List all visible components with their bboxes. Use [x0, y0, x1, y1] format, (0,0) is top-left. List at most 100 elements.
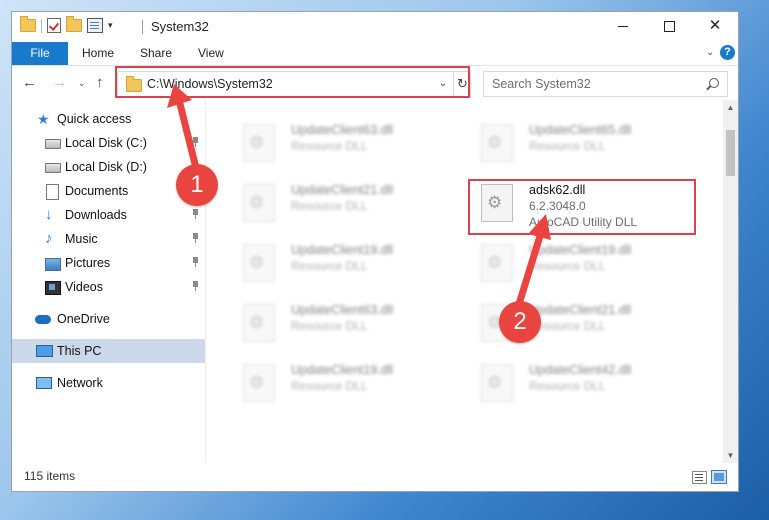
file-type: Resource DLL: [291, 259, 368, 273]
sidebar-item-music[interactable]: ♪ Music: [12, 227, 205, 251]
pin-icon: [191, 281, 200, 291]
drive-icon: [45, 139, 61, 149]
navigation-pane: ★ Quick access Local Disk (C:) Local Dis…: [12, 100, 205, 463]
pin-icon: [191, 233, 200, 243]
file-tile[interactable]: UpdateClient19.dll Resource DLL: [465, 238, 695, 292]
back-button[interactable]: ←: [22, 74, 37, 91]
vertical-scrollbar[interactable]: ▲ ▼: [723, 100, 738, 463]
scroll-up-icon[interactable]: ▲: [723, 100, 738, 115]
pin-icon: [191, 257, 200, 267]
tiles-view-icon[interactable]: [711, 470, 727, 484]
pane-divider: [205, 100, 206, 463]
tab-view[interactable]: View: [198, 42, 224, 65]
item-count: 115 items: [24, 469, 76, 483]
network-icon: [36, 377, 52, 389]
details-view-icon[interactable]: [692, 471, 707, 484]
scroll-thumb[interactable]: [726, 130, 735, 176]
file-name: UpdateClient19.dll: [529, 243, 632, 257]
maximize-icon: [663, 20, 675, 32]
file-tile[interactable]: UpdateClient63.dll Resource DLL: [227, 118, 457, 172]
minimize-button[interactable]: [600, 12, 646, 42]
videos-icon: [45, 281, 61, 295]
sidebar-item-label: Documents: [65, 184, 129, 198]
status-bar: 115 items: [12, 463, 738, 491]
sidebar-item-label: Local Disk (D:): [65, 160, 147, 174]
file-type: Resource DLL: [529, 379, 606, 393]
sidebar-item-label: This PC: [57, 344, 102, 358]
search-input[interactable]: Search System32: [492, 77, 591, 91]
close-button[interactable]: ✕: [692, 12, 738, 42]
sidebar-item-network[interactable]: Network: [12, 371, 205, 395]
up-button[interactable]: ↑: [96, 74, 104, 91]
sidebar-item-onedrive[interactable]: OneDrive: [12, 307, 205, 331]
dll-file-icon: [481, 364, 513, 402]
tab-home[interactable]: Home: [82, 42, 114, 65]
file-name: UpdateClient63.dll: [291, 123, 394, 137]
scroll-down-icon[interactable]: ▼: [723, 448, 738, 463]
file-name: UpdateClient63.dll: [291, 303, 394, 317]
pictures-icon: [45, 258, 61, 271]
qat-dropdown-icon[interactable]: ▾: [108, 20, 113, 31]
drive-icon: [45, 163, 61, 173]
dll-file-icon: [481, 244, 513, 282]
file-tile[interactable]: UpdateClient63.dll Resource DLL: [227, 298, 457, 352]
tab-share[interactable]: Share: [140, 42, 172, 65]
new-folder-icon[interactable]: [66, 16, 82, 32]
file-tile[interactable]: UpdateClient42.dll Resource DLL: [465, 358, 695, 412]
address-highlight-box: [115, 66, 470, 98]
file-name: UpdateClient21.dll: [291, 183, 394, 197]
tab-file[interactable]: File: [12, 42, 68, 65]
sidebar-item-local-disk-d[interactable]: Local Disk (D:): [12, 155, 205, 179]
dll-file-icon: [243, 124, 275, 162]
file-type: Resource DLL: [291, 199, 368, 213]
downloads-icon: ↓: [45, 206, 53, 223]
properties-icon[interactable]: [87, 18, 103, 33]
maximize-button[interactable]: [646, 12, 692, 42]
documents-icon: [46, 184, 59, 200]
sidebar-item-label: Downloads: [65, 208, 127, 222]
music-icon: ♪: [45, 230, 53, 247]
sidebar-item-pictures[interactable]: Pictures: [12, 251, 205, 275]
dll-file-icon: [243, 304, 275, 342]
file-tile[interactable]: UpdateClient19.dll Resource DLL: [227, 358, 457, 412]
ribbon-tabs: File Home Share View ⌄ ?: [12, 42, 738, 66]
minimize-icon: [618, 25, 628, 27]
sidebar-item-label: Quick access: [57, 112, 132, 126]
file-highlight-box: [468, 179, 696, 235]
sidebar-item-videos[interactable]: Videos: [12, 275, 205, 299]
file-tile[interactable]: UpdateClient21.dll Resource DLL: [227, 178, 457, 232]
sidebar-item-label: Pictures: [65, 256, 111, 270]
search-icon: [709, 78, 719, 88]
sidebar-item-local-disk-c[interactable]: Local Disk (C:): [12, 131, 205, 155]
file-type: Resource DLL: [529, 139, 606, 153]
recent-locations-button[interactable]: ⌄: [78, 78, 86, 89]
sidebar-item-downloads[interactable]: ↓ Downloads: [12, 203, 205, 227]
expand-ribbon-icon[interactable]: ⌄: [706, 47, 714, 58]
step-1-badge: 1: [176, 164, 218, 206]
search-box[interactable]: Search System32: [483, 71, 728, 97]
title-divider: [142, 20, 143, 34]
file-type: Resource DLL: [291, 379, 368, 393]
title-bar: ▾ System32 ✕: [12, 12, 738, 42]
file-tile[interactable]: UpdateClient19.dll Resource DLL: [227, 238, 457, 292]
window-title: System32: [151, 19, 209, 34]
step-2-badge: 2: [499, 301, 541, 343]
sidebar-item-label: Local Disk (C:): [65, 136, 147, 150]
forward-button[interactable]: →: [52, 74, 67, 91]
properties-check-icon[interactable]: [47, 18, 61, 33]
file-tile[interactable]: UpdateClient65.dll Resource DLL: [465, 118, 695, 172]
file-type: Resource DLL: [291, 319, 368, 333]
file-name: UpdateClient19.dll: [291, 243, 394, 257]
dll-file-icon: [481, 124, 513, 162]
pin-icon: [191, 209, 200, 219]
file-name: UpdateClient65.dll: [529, 123, 632, 137]
sidebar-item-this-pc[interactable]: This PC: [12, 339, 205, 363]
file-name: UpdateClient21.dll: [529, 303, 632, 317]
sidebar-item-quick-access[interactable]: ★ Quick access: [12, 107, 205, 131]
dll-file-icon: [243, 184, 275, 222]
folder-icon[interactable]: [20, 16, 36, 32]
help-icon[interactable]: ?: [720, 45, 735, 60]
quick-access-toolbar: ▾: [20, 16, 113, 33]
onedrive-icon: [35, 315, 51, 324]
file-name: UpdateClient42.dll: [529, 363, 632, 377]
